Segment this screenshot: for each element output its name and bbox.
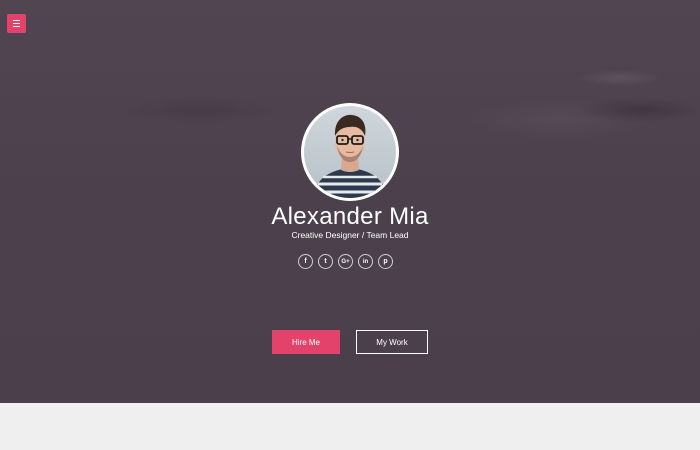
profile-photo (304, 106, 396, 198)
my-work-button[interactable]: My Work (356, 330, 428, 354)
hamburger-menu-icon (13, 19, 20, 28)
profile-title: Creative Designer / Team Lead (291, 230, 409, 240)
hire-me-button[interactable]: Hire Me (272, 330, 340, 354)
profile-name: Alexander Mia (271, 203, 429, 230)
facebook-icon[interactable]: f (298, 254, 313, 269)
twitter-icon[interactable]: t (318, 254, 333, 269)
menu-button[interactable] (7, 14, 26, 33)
hero-section: Alexander Mia Creative Designer / Team L… (0, 0, 700, 403)
social-links: f t G+ in p (298, 254, 393, 269)
linkedin-icon[interactable]: in (358, 254, 373, 269)
google-plus-icon[interactable]: G+ (338, 254, 353, 269)
page: Alexander Mia Creative Designer / Team L… (0, 0, 700, 450)
avatar (301, 103, 399, 201)
pinterest-icon[interactable]: p (378, 254, 393, 269)
